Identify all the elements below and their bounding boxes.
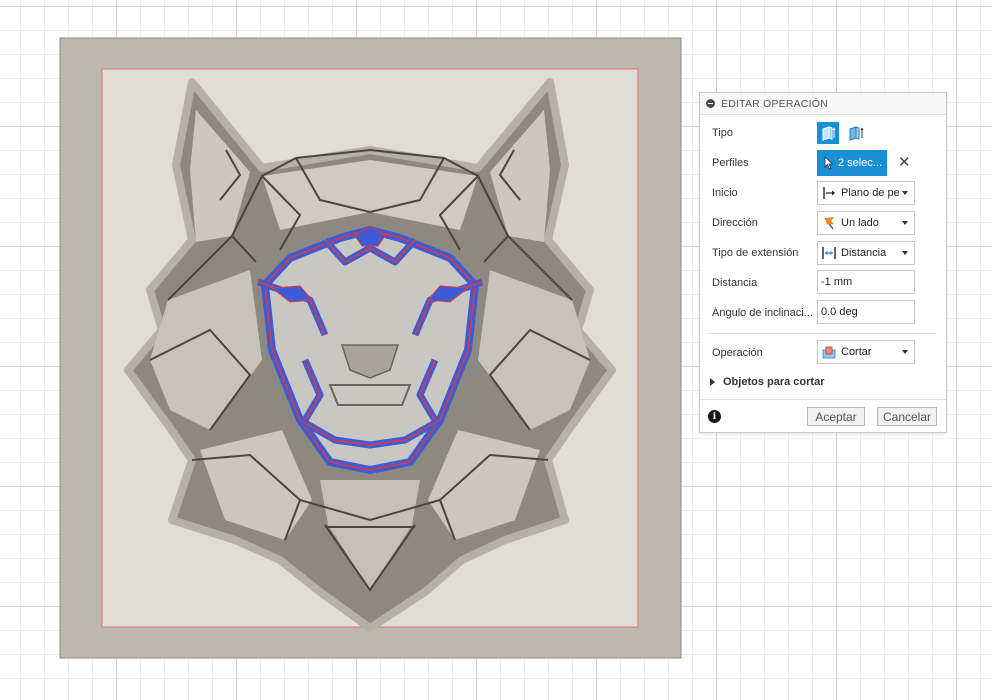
chevron-down-icon [902,221,908,225]
surface-extrude-button[interactable] [845,122,867,144]
tipo-extension-dropdown[interactable]: Distancia [817,241,915,265]
aceptar-button[interactable]: Aceptar [807,407,865,426]
chevron-down-icon [902,251,908,255]
tipo-label: Tipo [712,127,733,139]
objetos-para-cortar-toggle[interactable]: Objetos para cortar [710,375,824,389]
cursor-arrow-icon [824,156,834,170]
minus-circle-icon[interactable] [706,99,715,108]
solid-extrude-icon [822,126,836,141]
solid-extrude-button[interactable] [817,122,839,144]
cut-icon [822,346,836,359]
angulo-label: Ángulo de inclinaci... [712,307,813,319]
perfiles-label: Perfiles [712,157,749,169]
info-icon[interactable]: i [708,410,721,423]
objetos-para-cortar-label: Objetos para cortar [723,376,825,388]
inicio-label: Inicio [712,187,738,199]
operacion-dropdown[interactable]: Cortar [817,340,915,364]
direccion-dropdown[interactable]: Un lado [817,211,915,235]
divider [708,333,936,334]
footer-divider [700,399,946,400]
distancia-input[interactable] [817,270,915,294]
direccion-value: Un lado [841,217,879,229]
chevron-down-icon [902,350,908,354]
chevron-down-icon [902,191,908,195]
edit-operation-panel: EDITAR OPERACIÓN Tipo Perfiles 2 selec..… [699,92,947,433]
profiles-selection-value: 2 selec... [838,157,883,169]
profile-plane-icon [823,187,835,199]
operacion-label: Operación [712,347,763,359]
flag-icon [824,217,834,230]
cancelar-button[interactable]: Cancelar [877,407,937,426]
surface-extrude-icon [849,126,864,141]
profiles-selection-button[interactable]: 2 selec... [817,150,887,176]
tipo-extension-value: Distancia [841,247,887,259]
panel-title: EDITAR OPERACIÓN [721,97,828,110]
distance-icon [822,247,836,259]
distancia-label: Distancia [712,277,758,289]
direccion-label: Dirección [712,217,758,229]
tipo-extension-label: Tipo de extensión [712,247,799,259]
inicio-dropdown[interactable]: Plano de pe... [817,181,915,205]
panel-header[interactable]: EDITAR OPERACIÓN [700,93,946,115]
chevron-right-icon [710,378,715,386]
inicio-value: Plano de pe... [841,187,899,199]
angulo-input[interactable] [817,300,915,324]
operacion-value: Cortar [841,346,872,358]
close-icon[interactable]: ✕ [898,154,911,172]
